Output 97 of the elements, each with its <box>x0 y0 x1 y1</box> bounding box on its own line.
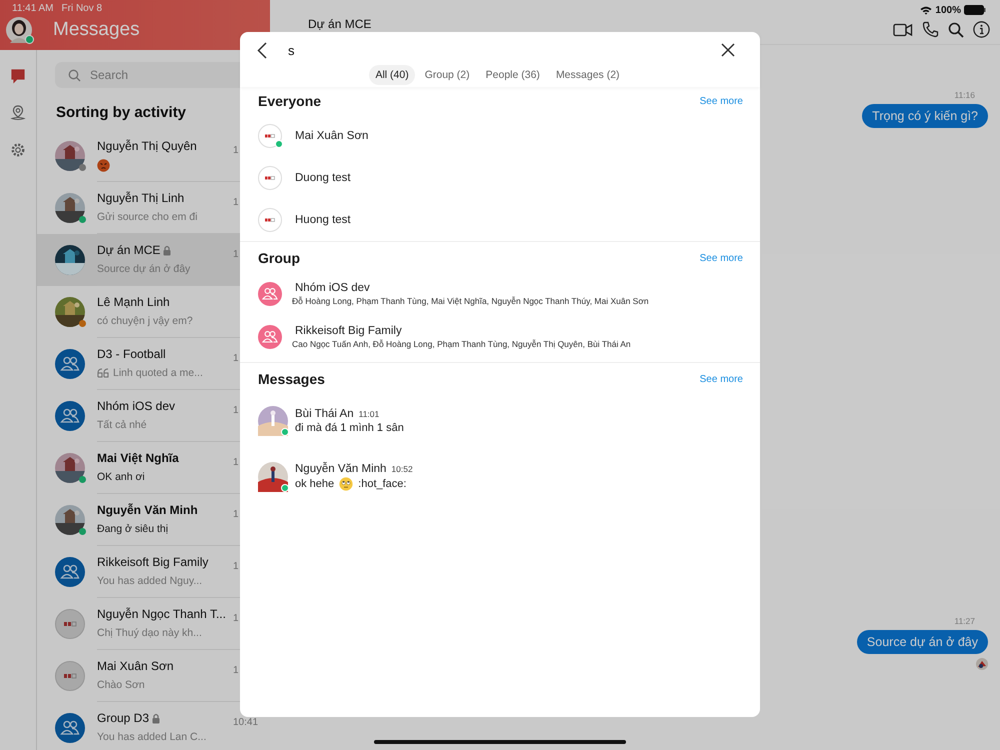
contact-name: Lê Mạnh Linh <box>97 295 170 309</box>
filter-tab[interactable]: Messages (2) <box>550 65 626 85</box>
message-preview: You has added Nguy... <box>97 575 202 587</box>
message-time: 1 <box>233 249 239 260</box>
group-avatar-icon <box>55 557 85 587</box>
contact-name: D3 - Football <box>97 347 166 361</box>
video-call-icon[interactable] <box>893 22 913 36</box>
person-result[interactable]: Mai Xuân Sơn <box>258 115 743 157</box>
group-result[interactable]: Rikkeisoft Big Family Cao Ngọc Tuấn Anh, Đỗ Hoàng Long, Phạm Thanh Tùng, Nguyễn Thị Quyên, Bùi Thái An <box>258 315 743 358</box>
contact-name: Mai Xuân Sơn <box>97 659 174 673</box>
message-text: ok hehe <box>295 478 334 490</box>
group-avatar-icon <box>258 324 282 348</box>
group-name: Nhóm iOS dev <box>294 282 371 294</box>
message-time: 1 <box>233 665 239 676</box>
filter-tab[interactable]: Group (2) <box>418 65 476 85</box>
message-time: 11:27 <box>954 616 975 626</box>
group-avatar-icon <box>258 282 282 306</box>
see-more-link[interactable]: See more <box>700 252 743 264</box>
battery-icon <box>964 5 986 15</box>
chat-title: Dự án MCE <box>308 17 372 31</box>
person-name: Huong test <box>295 214 351 226</box>
phone-icon[interactable] <box>922 21 939 38</box>
logo-avatar-icon <box>55 609 85 639</box>
message-text: :hot_face: <box>358 478 406 490</box>
chat-icon[interactable] <box>10 68 26 84</box>
message-bubble: Source dự án ở đây <box>856 630 988 654</box>
message-time: 11:01 <box>358 409 380 419</box>
message-time: 1 <box>233 145 239 156</box>
message-preview: Chị Thuý dạo này kh... <box>97 627 202 639</box>
message-result[interactable]: Bùi Thái An 11:01 đi mà đá 1 mình 1 sân <box>258 393 743 449</box>
contact-name: Group D3 <box>97 711 150 725</box>
see-more-link[interactable]: See more <box>700 374 743 384</box>
message-time: 1 <box>233 405 239 416</box>
info-icon[interactable] <box>973 21 990 38</box>
filter-tab[interactable]: People (36) <box>480 65 546 85</box>
message-preview: Source dự án ở đây <box>97 263 190 275</box>
logo-avatar-icon <box>258 124 282 148</box>
logo-avatar-icon <box>258 208 282 232</box>
message-bubble: Trọng có ý kiến gì? <box>862 104 988 128</box>
message-preview: OK anh ơi <box>97 471 145 483</box>
contact-name: Nguyễn Ngọc Thanh T... <box>97 607 226 621</box>
message-preview: Linh quoted a me... <box>113 367 203 379</box>
message-result[interactable]: Nguyễn Văn Minh 10:52 ok hehe :hot_face: <box>258 449 743 505</box>
message-preview: Tất cả nhé <box>97 419 147 431</box>
angry-emoji-icon <box>97 158 110 172</box>
logo-avatar-icon <box>258 166 282 190</box>
settings-icon[interactable] <box>10 142 26 158</box>
sender-name: Nguyễn Văn Minh <box>295 463 386 475</box>
contact-name: Nguyễn Văn Minh <box>97 503 198 517</box>
person-result[interactable]: Duong test <box>258 157 743 199</box>
group-name: Rikkeisoft Big Family <box>294 324 403 336</box>
message-time: 1 <box>233 561 239 572</box>
back-icon[interactable] <box>257 42 267 58</box>
contact-name: Rikkeisoft Big Family <box>97 555 208 569</box>
close-icon[interactable] <box>721 43 735 57</box>
group-avatar-icon <box>55 713 85 743</box>
message-preview: You has added Lan C... <box>97 731 206 743</box>
filter-tab[interactable]: All (40) <box>369 65 415 85</box>
message-time: 11:16 <box>954 90 975 100</box>
group-avatar-icon <box>55 349 85 379</box>
quote-icon <box>97 368 110 378</box>
group-avatar-icon <box>55 401 85 431</box>
message-time: 10:52 <box>391 464 413 474</box>
logo-avatar-icon <box>55 661 85 691</box>
section-heading: Everyone <box>258 93 322 109</box>
message-time: 10:41 <box>233 717 258 728</box>
status-date: Fri Nov 8 <box>62 3 102 16</box>
search-icon <box>68 69 81 82</box>
battery-level: 100% <box>935 4 961 16</box>
location-pin-icon[interactable] <box>10 105 26 121</box>
section-heading: Sorting by activity <box>56 104 188 121</box>
message-time: 1 <box>233 197 239 208</box>
message-preview: Chào Sơn <box>97 679 145 691</box>
group-members: Đỗ Hoàng Long, Phạm Thanh Tùng, Mai Việt Nghĩa, Nguyễn Ngọc Thanh Thúy, Mai Xuân Sơn <box>292 296 649 306</box>
section-heading: Messages <box>258 371 325 387</box>
status-time: 11:41 AM <box>12 3 54 16</box>
contact-name: Nguyễn Thị Linh <box>97 191 184 205</box>
message-preview: Gửi source cho em đi <box>97 211 198 223</box>
wifi-icon <box>920 6 932 14</box>
messages-title: Messages <box>53 19 140 41</box>
message-time: 1 <box>233 353 239 364</box>
contact-name: Mai Việt Nghĩa <box>97 451 179 465</box>
message-time: 1 <box>233 457 239 468</box>
see-more-link[interactable]: See more <box>700 96 743 106</box>
person-name: Mai Xuân Sơn <box>295 130 368 142</box>
message-preview: có chuyện j vậy em? <box>97 315 193 327</box>
contact-name: Nhóm iOS dev <box>97 399 176 413</box>
contact-name: Dự án MCE <box>97 243 160 257</box>
message-time: 1 <box>233 613 239 624</box>
person-name: Duong test <box>295 172 351 184</box>
contact-name: Nguyễn Thị Quyên <box>97 139 197 153</box>
message-text: đi mà đá 1 mình 1 sân <box>295 422 404 434</box>
search-icon[interactable] <box>948 22 964 38</box>
sender-name: Bùi Thái An <box>295 408 354 420</box>
group-members: Cao Ngọc Tuấn Anh, Đỗ Hoàng Long, Phạm Thanh Tùng, Nguyễn Thị Quyên, Bùi Thái An <box>292 338 631 348</box>
message-preview: Đang ở siêu thị <box>97 523 168 535</box>
message-time: 1 <box>233 509 239 520</box>
